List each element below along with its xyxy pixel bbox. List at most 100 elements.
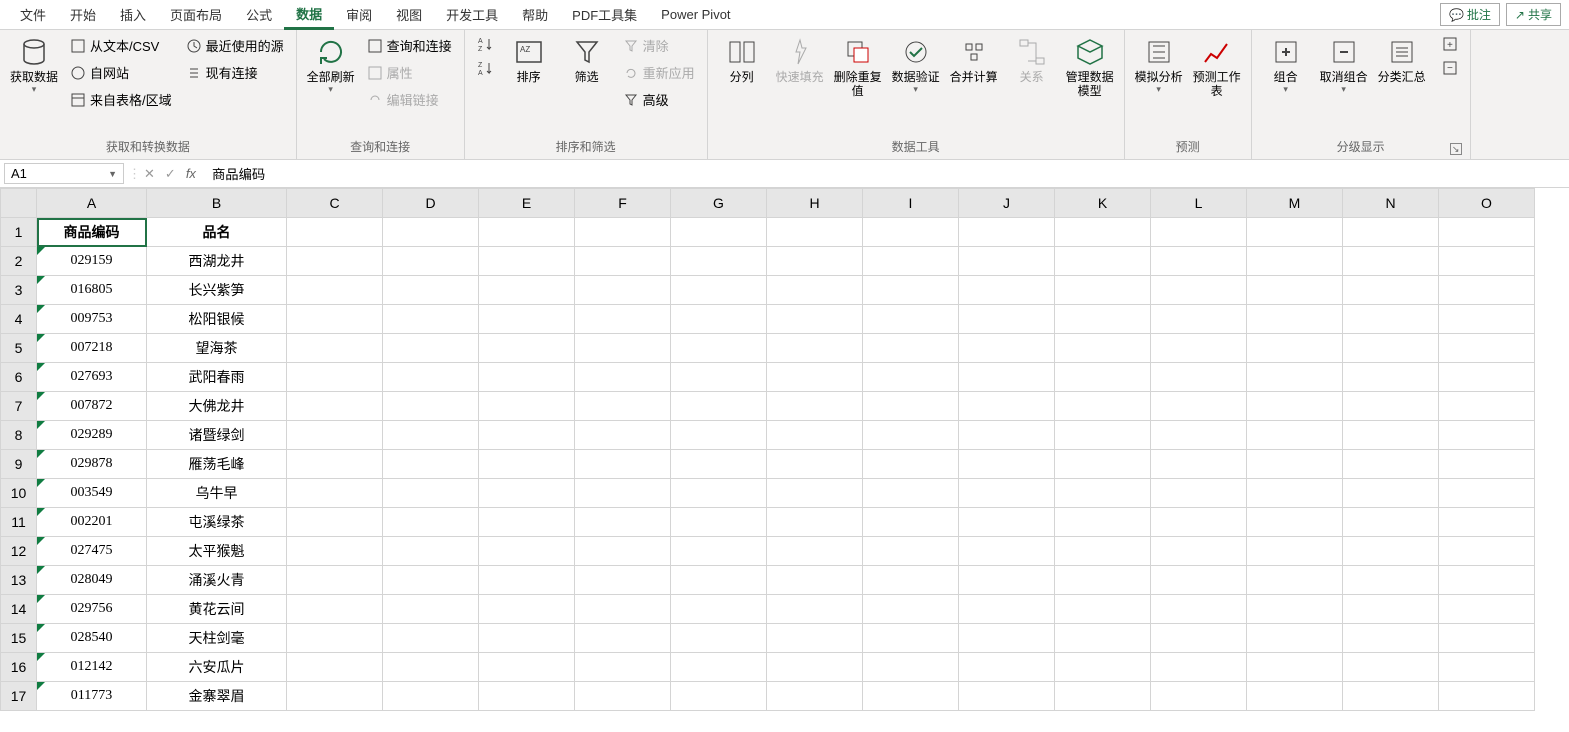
cell[interactable]: 007218 — [37, 334, 147, 363]
cell[interactable] — [1439, 624, 1535, 653]
queries-conn-button[interactable]: 查询和连接 — [363, 34, 456, 57]
cell[interactable] — [1151, 537, 1247, 566]
cell[interactable] — [671, 218, 767, 247]
cell[interactable] — [863, 537, 959, 566]
relations-button[interactable]: 关系 — [1006, 34, 1058, 86]
column-header[interactable]: H — [767, 189, 863, 218]
cell[interactable] — [1055, 479, 1151, 508]
cell[interactable] — [959, 363, 1055, 392]
cell[interactable] — [575, 595, 671, 624]
recent-sources-button[interactable]: 最近使用的源 — [182, 34, 288, 57]
cell[interactable] — [1343, 566, 1439, 595]
cell[interactable] — [863, 450, 959, 479]
cell[interactable] — [767, 566, 863, 595]
consolidate-button[interactable]: 合并计算 — [948, 34, 1000, 86]
cell[interactable] — [1343, 247, 1439, 276]
cell[interactable] — [1151, 421, 1247, 450]
cell[interactable] — [1151, 276, 1247, 305]
cell[interactable] — [287, 247, 383, 276]
tab-view[interactable]: 视图 — [384, 1, 434, 28]
cell[interactable] — [287, 392, 383, 421]
cell[interactable] — [1055, 508, 1151, 537]
cell[interactable] — [1439, 479, 1535, 508]
cell[interactable] — [1343, 624, 1439, 653]
cell[interactable] — [479, 682, 575, 711]
column-header[interactable]: D — [383, 189, 479, 218]
cell[interactable]: 027475 — [37, 537, 147, 566]
cell[interactable] — [1055, 421, 1151, 450]
cell[interactable] — [575, 421, 671, 450]
cell[interactable]: 长兴紫笋 — [147, 276, 287, 305]
cell[interactable] — [1343, 392, 1439, 421]
cell[interactable] — [1055, 334, 1151, 363]
cell[interactable] — [1247, 218, 1343, 247]
cell[interactable] — [671, 363, 767, 392]
cell[interactable] — [479, 479, 575, 508]
cell[interactable] — [671, 247, 767, 276]
cell[interactable] — [1247, 624, 1343, 653]
cell[interactable] — [671, 682, 767, 711]
cell[interactable] — [1439, 305, 1535, 334]
flash-fill-button[interactable]: 快速填充 — [774, 34, 826, 86]
cell[interactable] — [383, 508, 479, 537]
cell[interactable] — [959, 508, 1055, 537]
sort-asc-button[interactable]: AZ — [473, 34, 497, 54]
cell[interactable] — [575, 276, 671, 305]
column-header[interactable]: G — [671, 189, 767, 218]
cell[interactable] — [1055, 624, 1151, 653]
cell[interactable] — [383, 247, 479, 276]
cell[interactable]: 028049 — [37, 566, 147, 595]
cell[interactable] — [1439, 653, 1535, 682]
tab-layout[interactable]: 页面布局 — [158, 1, 234, 28]
cell[interactable] — [479, 276, 575, 305]
cell[interactable]: 天柱剑毫 — [147, 624, 287, 653]
cell[interactable] — [1151, 624, 1247, 653]
reapply-button[interactable]: 重新应用 — [619, 61, 699, 84]
cell[interactable] — [959, 450, 1055, 479]
cell[interactable] — [959, 682, 1055, 711]
cell[interactable]: 029159 — [37, 247, 147, 276]
cell[interactable] — [575, 537, 671, 566]
row-header[interactable]: 10 — [1, 479, 37, 508]
cell[interactable] — [767, 218, 863, 247]
cell[interactable] — [959, 276, 1055, 305]
cell[interactable] — [479, 624, 575, 653]
row-header[interactable]: 17 — [1, 682, 37, 711]
cell[interactable] — [1055, 450, 1151, 479]
cell[interactable] — [767, 653, 863, 682]
outline-launcher-icon[interactable]: ↘ — [1450, 143, 1462, 155]
cell[interactable] — [767, 247, 863, 276]
cell[interactable]: 望海茶 — [147, 334, 287, 363]
cell[interactable] — [1151, 334, 1247, 363]
cell[interactable] — [575, 624, 671, 653]
cell[interactable]: 武阳春雨 — [147, 363, 287, 392]
cell[interactable] — [1151, 595, 1247, 624]
cell[interactable] — [863, 682, 959, 711]
cell[interactable] — [767, 682, 863, 711]
row-header[interactable]: 6 — [1, 363, 37, 392]
cell[interactable] — [383, 479, 479, 508]
data-validation-button[interactable]: 数据验证 — [890, 34, 942, 97]
tab-pdf[interactable]: PDF工具集 — [560, 1, 649, 28]
cell[interactable] — [767, 624, 863, 653]
cell[interactable] — [1055, 595, 1151, 624]
cell[interactable] — [671, 624, 767, 653]
cell[interactable] — [383, 392, 479, 421]
cell[interactable] — [575, 566, 671, 595]
cell[interactable] — [1247, 595, 1343, 624]
cell[interactable] — [959, 305, 1055, 334]
cell[interactable] — [863, 421, 959, 450]
cell[interactable] — [1343, 508, 1439, 537]
cell[interactable] — [479, 218, 575, 247]
cell[interactable]: 003549 — [37, 479, 147, 508]
cell[interactable]: 金寨翠眉 — [147, 682, 287, 711]
cell[interactable] — [1055, 363, 1151, 392]
cell[interactable] — [1439, 276, 1535, 305]
cell[interactable] — [287, 595, 383, 624]
cell[interactable] — [671, 537, 767, 566]
cell[interactable] — [1439, 247, 1535, 276]
cell[interactable]: 西湖龙井 — [147, 247, 287, 276]
cell[interactable] — [863, 595, 959, 624]
cell[interactable]: 012142 — [37, 653, 147, 682]
column-header[interactable]: E — [479, 189, 575, 218]
